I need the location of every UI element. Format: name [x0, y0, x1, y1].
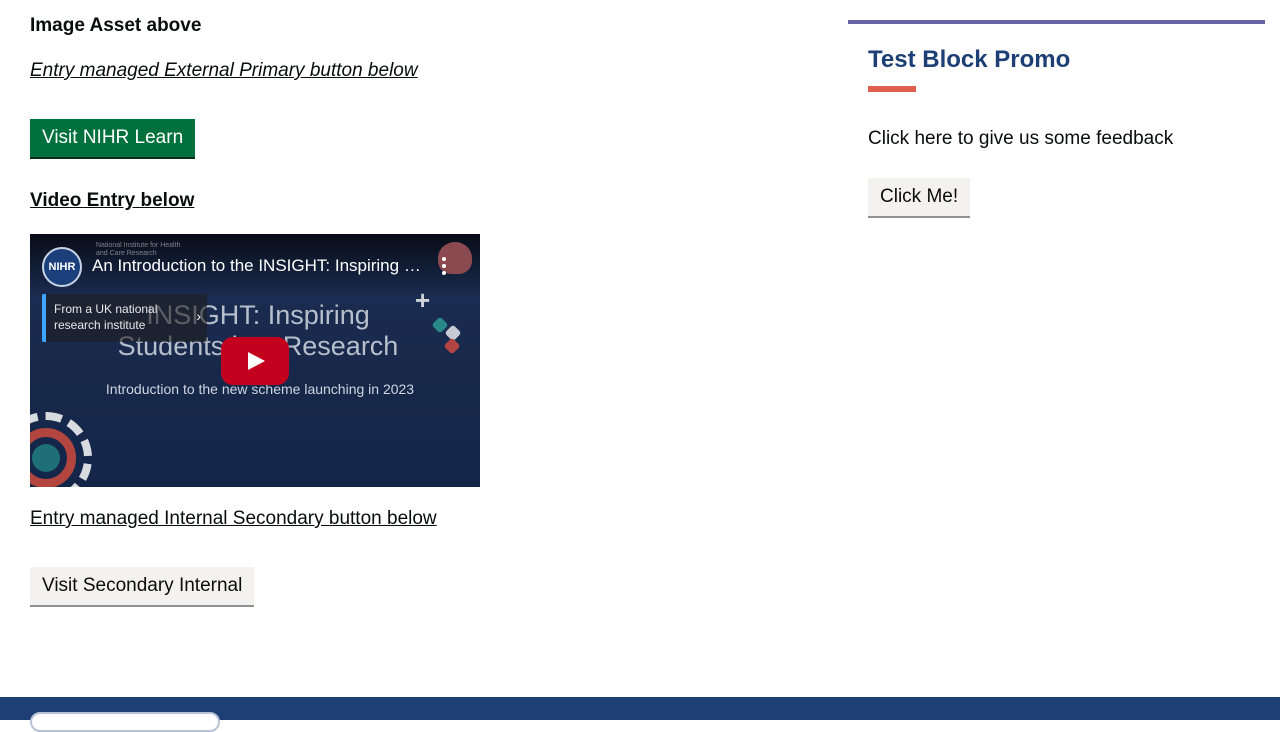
image-asset-caption: Image Asset above	[30, 15, 202, 36]
play-icon[interactable]	[221, 337, 289, 385]
promo-accent-rule	[868, 86, 916, 92]
internal-secondary-link[interactable]: Entry managed Internal Secondary button …	[30, 508, 437, 530]
chevron-right-icon: ›	[196, 308, 201, 324]
external-primary-link[interactable]: Entry managed External Primary button be…	[30, 60, 418, 82]
decorative-ring-core	[32, 444, 60, 472]
promo-text: Click here to give us some feedback	[868, 128, 1174, 149]
visit-nihr-learn-button[interactable]: Visit NIHR Learn	[30, 119, 196, 159]
promo-block: Test Block Promo Click here to give us s…	[848, 20, 1265, 218]
info-card[interactable]: From a UK national research institute ›	[42, 294, 207, 342]
promo-title: Test Block Promo	[868, 46, 1071, 73]
video-title[interactable]: An Introduction to the INSIGHT: Inspirin…	[92, 256, 422, 276]
click-me-button[interactable]: Click Me!	[868, 178, 971, 218]
channel-avatar[interactable]: NIHR	[42, 247, 82, 287]
kebab-menu-icon[interactable]	[436, 256, 452, 278]
info-card-text: From a UK national research institute	[54, 302, 158, 332]
hexagon-red	[443, 337, 461, 355]
page-footer	[0, 697, 1280, 732]
footer-pill[interactable]	[30, 712, 220, 732]
video-entry-link[interactable]: Video Entry below	[30, 190, 194, 212]
visit-secondary-internal-button[interactable]: Visit Secondary Internal	[30, 567, 255, 607]
youtube-video-embed[interactable]: + INSIGHT: Inspiring Students into Resea…	[30, 234, 480, 487]
